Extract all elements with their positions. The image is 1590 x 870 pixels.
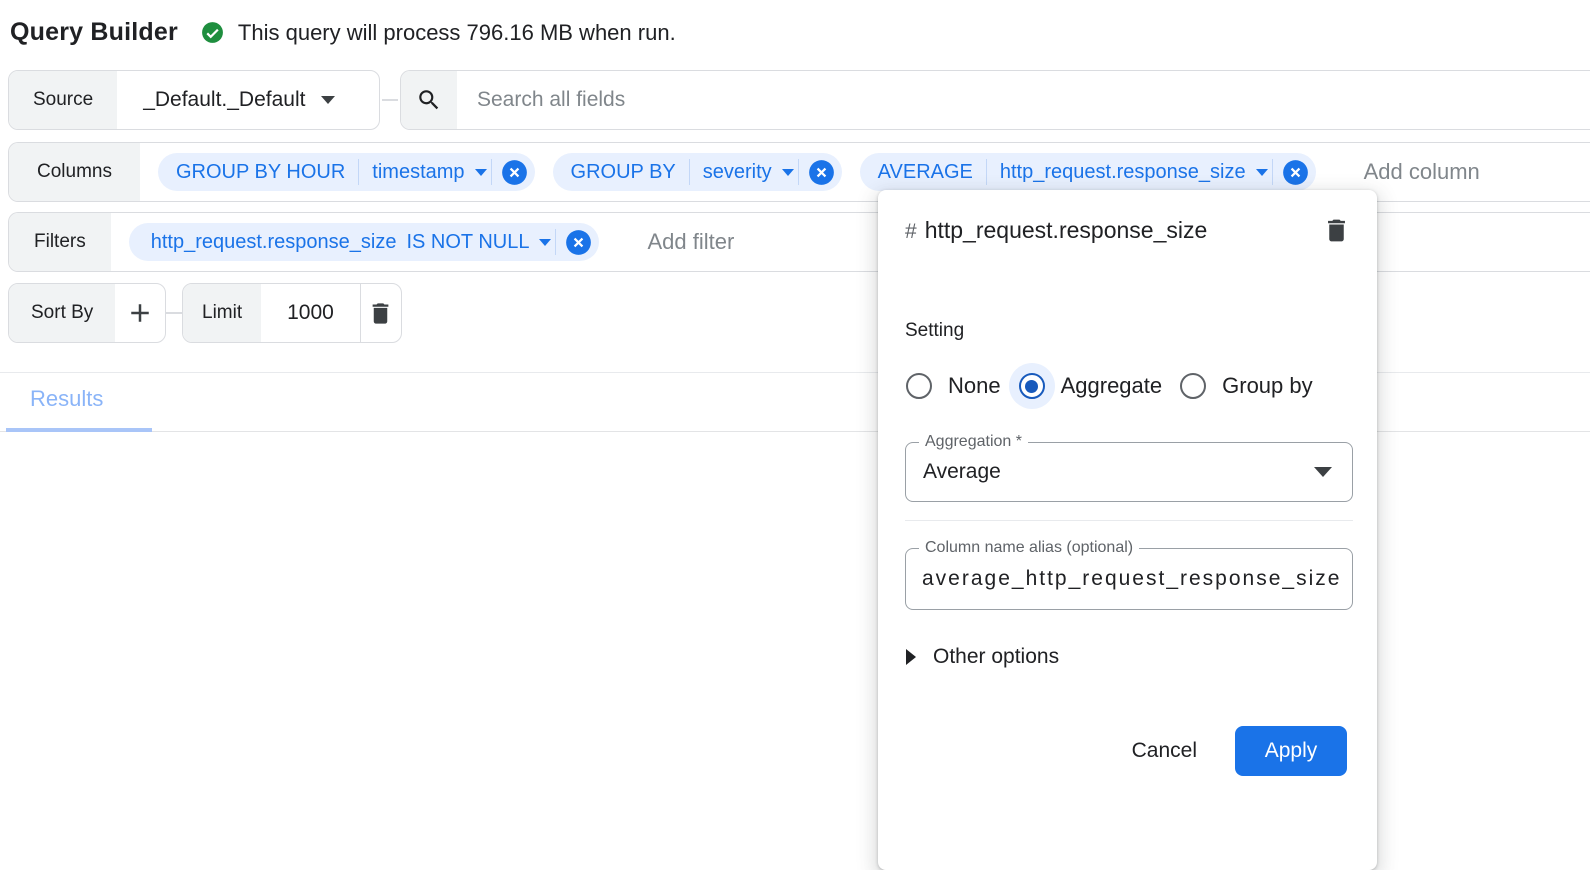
column-settings-popup: # http_request.response_size Setting None… <box>878 190 1377 870</box>
add-filter-input[interactable]: Add filter <box>647 229 734 255</box>
remove-chip-icon[interactable] <box>1282 159 1309 186</box>
search-input[interactable] <box>457 71 1590 129</box>
remove-chip-icon[interactable] <box>565 229 592 256</box>
cancel-button[interactable]: Cancel <box>1124 729 1205 773</box>
source-label: Source <box>9 71 117 129</box>
remove-chip-icon[interactable] <box>808 159 835 186</box>
query-process-status: This query will process 796.16 MB when r… <box>238 20 676 46</box>
radio-aggregate[interactable]: Aggregate <box>1009 363 1171 409</box>
chevron-down-icon <box>782 169 794 176</box>
chip-field-name: http_request.response_size <box>1000 161 1246 184</box>
chevron-down-icon <box>539 239 551 246</box>
aggregation-select-label: Aggregation * <box>919 433 1028 451</box>
remove-chip-icon[interactable] <box>501 159 528 186</box>
plus-icon <box>125 298 155 328</box>
popup-divider <box>905 520 1353 521</box>
radio-label: None <box>948 373 1001 399</box>
radio-none[interactable]: None <box>896 363 1009 409</box>
radio-circle <box>896 363 942 409</box>
filter-chip: http_request.response_size IS NOT NULL <box>129 223 600 261</box>
column-chip: AVERAGE http_request.response_size <box>860 153 1316 191</box>
chip-field-dropdown[interactable]: http_request.response_size <box>987 161 1272 184</box>
popup-title: # http_request.response_size <box>905 210 1255 252</box>
chip-operator: GROUP BY <box>571 161 689 184</box>
connector-line <box>382 99 398 101</box>
columns-label: Columns <box>9 143 140 201</box>
alias-input[interactable] <box>922 567 1352 591</box>
chip-operator: AVERAGE <box>878 161 986 184</box>
numeric-field-icon: # <box>905 220 917 243</box>
source-dropdown[interactable]: _Default._Default <box>117 71 361 129</box>
search-group <box>400 70 1590 130</box>
success-check-icon <box>200 20 225 45</box>
filter-condition: IS NOT NULL <box>406 231 529 254</box>
chip-field-name: severity <box>703 161 772 184</box>
query-builder-header: Query Builder This query will process 79… <box>10 18 676 47</box>
aggregation-select[interactable]: Aggregation * Average <box>905 442 1353 502</box>
filters-chip-list: http_request.response_size IS NOT NULL A… <box>111 223 735 261</box>
columns-chip-list: GROUP BY HOUR timestamp GROUP BY severit… <box>140 153 1480 191</box>
expander-arrow-icon <box>906 649 916 665</box>
popup-actions: Cancel Apply <box>1124 726 1347 776</box>
filters-label: Filters <box>9 213 111 271</box>
aggregation-select-value: Average <box>906 460 1314 484</box>
chip-operator: GROUP BY HOUR <box>176 161 358 184</box>
source-dropdown-value: _Default._Default <box>143 88 305 112</box>
chevron-down-icon <box>321 96 335 104</box>
tab-active-underline <box>6 428 152 432</box>
filter-field-name: http_request.response_size <box>151 231 397 254</box>
radio-circle <box>1170 363 1216 409</box>
popup-field-name: http_request.response_size <box>925 217 1208 243</box>
source-group: Source _Default._Default <box>8 70 380 130</box>
limit-value-input[interactable]: 1000 <box>261 284 360 342</box>
chevron-down-icon <box>475 169 487 176</box>
connector-line <box>166 312 182 314</box>
chip-field-dropdown[interactable]: severity <box>690 161 798 184</box>
other-options-label: Other options <box>933 645 1059 669</box>
add-column-input[interactable]: Add column <box>1364 159 1480 185</box>
sort-by-group: Sort By <box>8 283 166 343</box>
chevron-down-icon <box>1314 467 1332 477</box>
limit-group: Limit 1000 <box>182 283 402 343</box>
trash-icon <box>1322 216 1351 245</box>
chip-separator <box>491 159 492 185</box>
apply-button[interactable]: Apply <box>1235 726 1347 776</box>
radio-group-by[interactable]: Group by <box>1170 363 1321 409</box>
radio-label: Aggregate <box>1061 373 1163 399</box>
chip-field-dropdown[interactable]: timestamp <box>359 161 490 184</box>
other-options-expander[interactable]: Other options <box>906 645 1059 669</box>
tab-results[interactable]: Results <box>30 386 103 412</box>
column-chip: GROUP BY HOUR timestamp <box>158 153 535 191</box>
add-sort-button[interactable] <box>115 284 165 342</box>
page-title: Query Builder <box>10 18 178 47</box>
delete-column-button[interactable] <box>1322 216 1351 250</box>
radio-circle <box>1009 363 1055 409</box>
setting-radio-group: None Aggregate Group by <box>896 358 1321 414</box>
setting-heading: Setting <box>905 320 964 342</box>
chip-field-name: timestamp <box>372 161 464 184</box>
column-chip: GROUP BY severity <box>553 153 842 191</box>
alias-field-label: Column name alias (optional) <box>919 539 1139 557</box>
chip-separator <box>1272 159 1273 185</box>
radio-label: Group by <box>1222 373 1313 399</box>
search-icon <box>416 87 442 113</box>
chip-separator <box>555 229 556 255</box>
chip-separator <box>798 159 799 185</box>
filter-chip-dropdown[interactable]: http_request.response_size IS NOT NULL <box>147 231 556 254</box>
chevron-down-icon <box>1256 169 1268 176</box>
limit-label: Limit <box>183 284 261 342</box>
delete-limit-button[interactable] <box>361 284 401 342</box>
sort-by-label: Sort By <box>9 284 115 342</box>
search-icon-box <box>401 71 457 129</box>
trash-icon <box>367 300 394 327</box>
alias-field: Column name alias (optional) <box>905 548 1353 610</box>
